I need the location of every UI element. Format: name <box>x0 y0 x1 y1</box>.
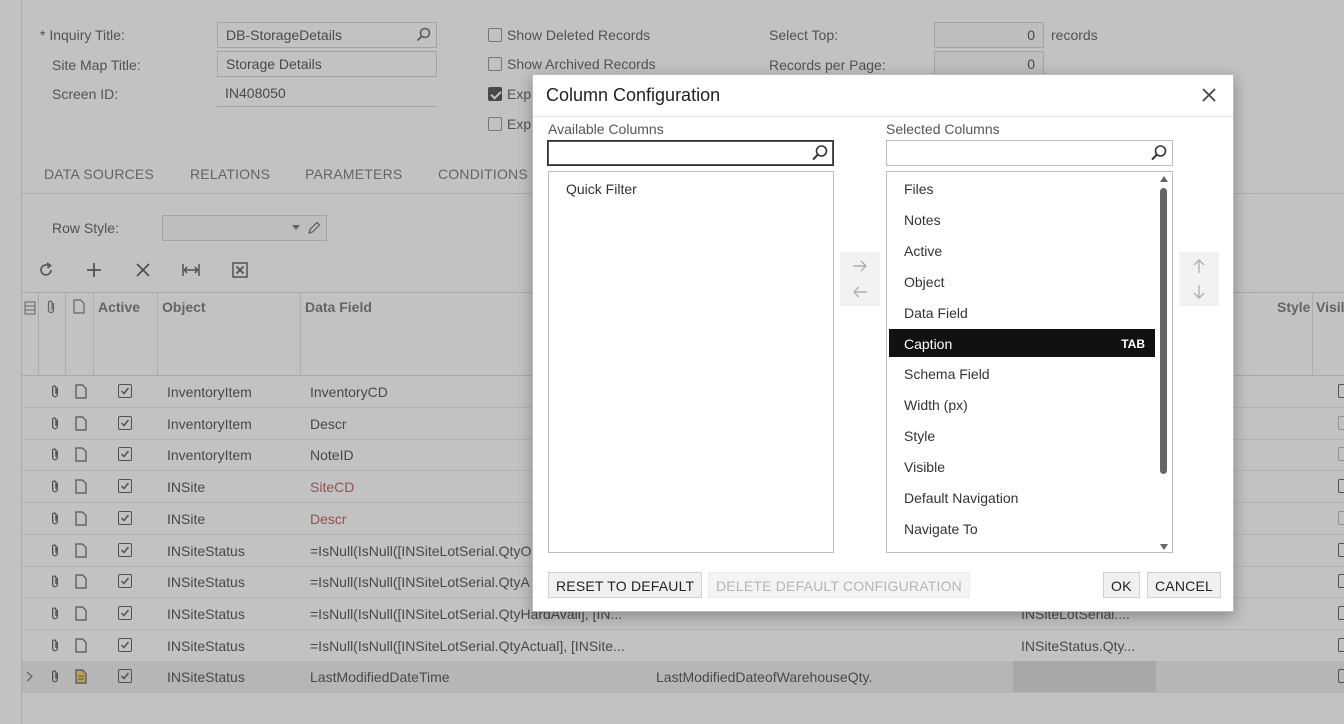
list-item-label: Navigate To <box>904 520 978 537</box>
arrow-down-icon[interactable] <box>1192 284 1206 300</box>
available-columns-search[interactable] <box>547 140 834 166</box>
close-button[interactable] <box>1199 85 1219 105</box>
list-item-label: Visible <box>904 459 945 476</box>
list-item-label: Aggregate Function <box>904 552 1026 553</box>
search-icon[interactable] <box>1150 144 1168 162</box>
arrow-right-icon[interactable] <box>852 260 868 272</box>
list-item[interactable]: Data Field <box>889 298 1155 326</box>
selected-columns-label: Selected Columns <box>886 121 1000 137</box>
selected-columns-list[interactable]: Aggregate Function Navigate To Default Nav… <box>886 171 1173 553</box>
scroll-down-icon[interactable] <box>1160 544 1168 550</box>
column-configuration-dialog: Column Configuration Available Columns Q… <box>532 74 1234 612</box>
list-item[interactable]: Width (px) <box>889 390 1155 418</box>
scrollbar-thumb[interactable] <box>1160 188 1167 474</box>
move-buttons <box>840 252 880 306</box>
list-item-label: Data Field <box>904 304 968 321</box>
close-icon <box>1202 88 1216 102</box>
list-item-label: Notes <box>904 211 941 228</box>
tab-badge: TAB <box>1121 336 1145 351</box>
list-item[interactable]: Aggregate Function <box>889 545 1155 553</box>
list-item-selected[interactable]: Caption TAB <box>889 328 1155 357</box>
scroll-up-icon[interactable] <box>1160 176 1168 182</box>
available-columns-list[interactable]: Quick Filter <box>548 171 834 553</box>
list-item-label: Default Navigation <box>904 490 1019 506</box>
list-item[interactable]: Notes <box>889 205 1155 233</box>
list-item-label: Active <box>904 242 943 259</box>
list-item-label: Width (px) <box>904 397 968 414</box>
list-item[interactable]: Schema Field <box>889 359 1155 387</box>
ok-button[interactable]: OK <box>1103 572 1140 598</box>
search-icon[interactable] <box>811 144 829 162</box>
list-item-label: Caption <box>904 335 953 352</box>
reset-to-default-button[interactable]: RESET TO DEFAULT <box>548 572 703 598</box>
scrollbar[interactable] <box>1158 174 1170 552</box>
list-item[interactable]: Files <box>889 174 1155 202</box>
list-item[interactable]: Quick Filter <box>551 174 831 202</box>
divider <box>533 116 1233 117</box>
dialog-title: Column Configuration <box>546 85 721 105</box>
list-item[interactable]: Style <box>889 421 1155 449</box>
cancel-button[interactable]: CANCEL <box>1147 572 1221 598</box>
selected-columns-search[interactable] <box>886 140 1173 166</box>
reorder-buttons <box>1179 252 1219 306</box>
list-item[interactable]: Active <box>889 236 1155 264</box>
list-item-label: Schema Field <box>904 366 990 383</box>
list-item-label: Style <box>904 428 936 445</box>
delete-default-configuration-button[interactable]: DELETE DEFAULT CONFIGURATION <box>708 572 970 598</box>
arrow-up-icon[interactable] <box>1192 258 1206 274</box>
list-item-label: Object <box>904 273 945 290</box>
list-item-label: Files <box>904 181 934 197</box>
list-item[interactable]: Navigate To <box>889 514 1155 542</box>
arrow-left-icon[interactable] <box>852 286 868 298</box>
list-item[interactable]: Visible <box>889 452 1155 480</box>
list-item[interactable]: Object <box>889 267 1155 295</box>
list-item[interactable]: Default Navigation <box>889 483 1155 511</box>
available-columns-label: Available Columns <box>548 121 664 137</box>
